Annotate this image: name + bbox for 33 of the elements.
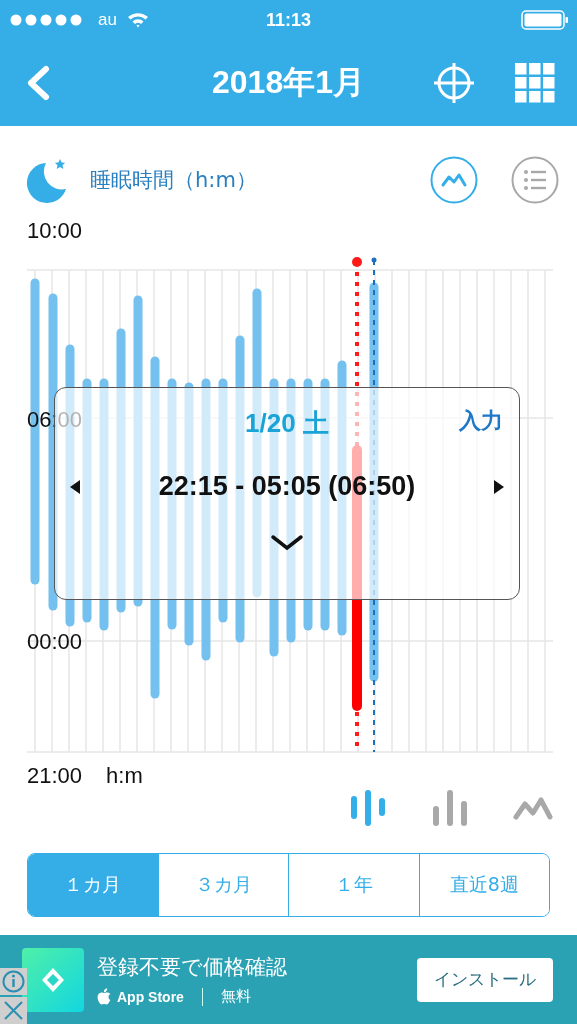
close-icon[interactable] xyxy=(0,997,27,1024)
nav-title: 2018年1月 xyxy=(212,63,365,102)
sleep-range: 22:15 - 05:05 (06:50) xyxy=(158,471,416,502)
status-time: 11:13 xyxy=(266,9,311,31)
period-tab[interactable]: 直近8週 xyxy=(418,854,549,916)
previous-icon[interactable] xyxy=(69,478,81,495)
input-button[interactable]: 入力 xyxy=(459,406,503,436)
install-button[interactable]: インストール xyxy=(417,957,553,1002)
apple-icon xyxy=(97,988,111,1005)
bar-chart-icon[interactable] xyxy=(431,790,469,826)
next-icon[interactable] xyxy=(493,478,505,495)
wifi-icon xyxy=(126,12,149,28)
crosshair-icon[interactable] xyxy=(433,62,475,104)
ad-headline: 登録不要で価格確認 xyxy=(97,954,287,981)
list-icon[interactable] xyxy=(511,156,559,204)
strip-chart-icon[interactable] xyxy=(349,790,387,826)
battery-icon xyxy=(521,10,569,30)
section-title: 睡眠時間（h:m） xyxy=(90,167,257,194)
axis-label: 10:00 xyxy=(27,218,83,244)
chevron-down-icon[interactable] xyxy=(270,534,304,552)
unit-label: h:m xyxy=(106,763,143,789)
line-chart-icon[interactable] xyxy=(430,156,478,204)
carrier-name: au xyxy=(98,10,117,30)
period-tab[interactable]: １カ月 xyxy=(28,854,158,916)
info-icon[interactable] xyxy=(0,968,27,995)
axis-label: 21:00 xyxy=(27,763,83,789)
popup-date: 1/20 土 xyxy=(245,407,329,440)
store-name: App Store xyxy=(117,988,184,1005)
app-icon xyxy=(22,947,84,1012)
line-chart-icon[interactable] xyxy=(513,796,553,820)
price-label: 無料 xyxy=(220,987,251,1006)
axis-label: 00:00 xyxy=(27,629,83,655)
grid-icon[interactable] xyxy=(515,63,555,103)
